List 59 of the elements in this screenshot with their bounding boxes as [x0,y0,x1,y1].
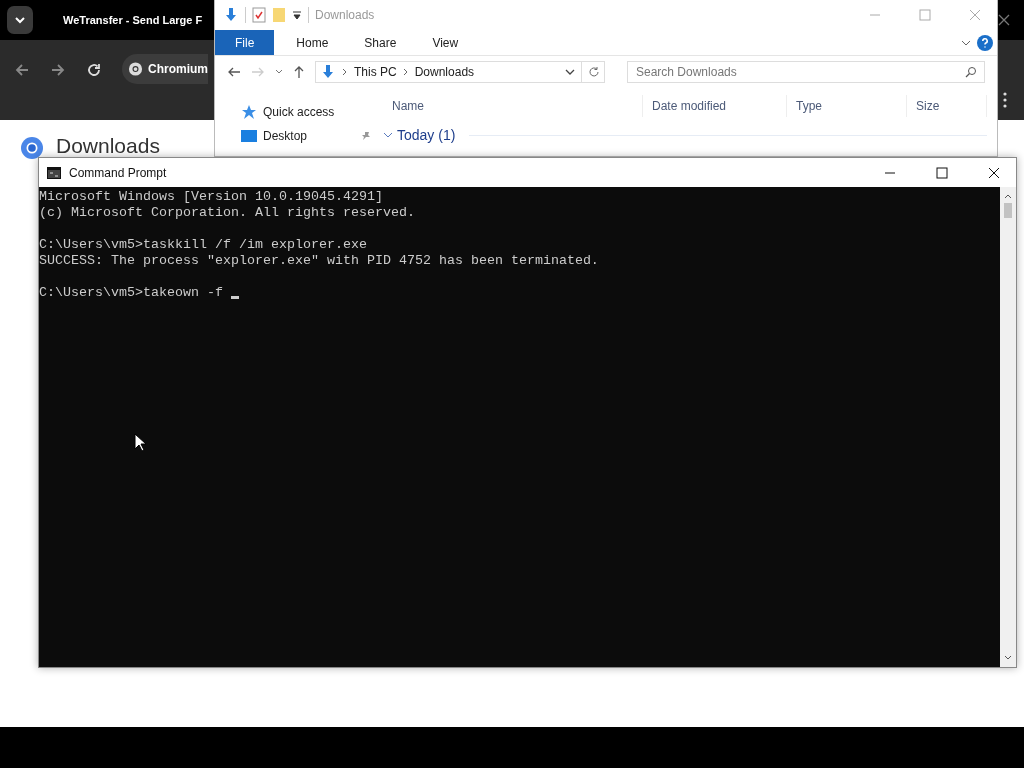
tab-search-button[interactable] [7,6,33,34]
download-arrow-icon [223,7,239,23]
maximize-icon[interactable] [936,166,948,179]
search-field[interactable]: Search Downloads [627,61,985,83]
star-icon [241,104,257,120]
column-header[interactable]: Size [907,95,987,117]
download-arrow-icon [320,64,336,80]
dropdown-icon[interactable] [292,10,302,20]
forward-icon[interactable] [50,62,66,78]
group-header[interactable]: Today (1) [397,127,456,143]
omnibox-chip[interactable]: Chromium [122,54,208,84]
window-title: Downloads [315,8,375,22]
scroll-thumb[interactable] [1004,203,1012,218]
refresh-icon[interactable] [588,66,600,78]
nav-item[interactable]: Desktop [263,129,308,143]
up-icon[interactable] [1004,193,1012,199]
up-icon[interactable] [293,65,305,79]
ribbon-tab[interactable]: Share [350,30,411,55]
close-icon[interactable] [988,166,1000,179]
pin-icon[interactable] [361,131,371,141]
text-cursor [230,296,239,299]
tab-title[interactable]: WeTransfer - Send Large F [63,14,203,26]
page-heading: Downloads [56,135,160,157]
console-icon [47,166,61,179]
scrollbar[interactable] [1000,187,1016,667]
chevron-icon [402,68,409,76]
down-icon[interactable] [1004,655,1012,661]
nav-item[interactable]: Quick access [263,105,335,119]
window-title: Command Prompt [69,165,167,180]
ribbon-tab[interactable]: File [215,30,275,55]
menu-icon[interactable] [1003,92,1007,108]
back-icon[interactable] [227,65,241,79]
column-header[interactable]: Type [787,95,907,117]
chevron-icon[interactable] [275,69,283,75]
dropdown-icon[interactable] [565,68,575,76]
breadcrumb[interactable]: This PC [354,65,397,79]
chevron-icon[interactable] [383,131,393,139]
chevron-icon [342,68,348,76]
console-line: C:\Users\vm5>taskkill /f /im explorer.exe [39,237,367,253]
column-header[interactable]: Date modified [643,95,787,117]
console-line: C:\Users\vm5>takeown -f [39,285,223,301]
ribbon-tab[interactable]: View [418,30,473,55]
search-icon[interactable] [965,66,977,78]
breadcrumb[interactable]: Downloads [414,65,475,79]
back-icon[interactable] [14,62,30,78]
monitor-icon [241,129,257,143]
console-line: SUCCESS: The process "explorer.exe" with PID 4752 has been terminated. [39,253,599,269]
properties-icon[interactable] [252,7,266,23]
column-header[interactable]: Name [383,95,643,117]
chevron-icon [14,16,26,24]
console-line: (c) Microsoft Corporation. All rights reserved. [39,205,415,221]
address-bar[interactable]: This PC Downloads [315,61,605,83]
help-icon[interactable] [977,34,993,51]
chromium-logo-icon [128,61,143,77]
ribbon-tab[interactable]: Home [282,30,343,55]
mouse-pointer-icon [134,433,146,452]
chevron-icon[interactable] [961,38,971,47]
console-line: Microsoft Windows [Version 10.0.19045.4291] [39,189,383,205]
reload-icon[interactable] [86,62,102,78]
